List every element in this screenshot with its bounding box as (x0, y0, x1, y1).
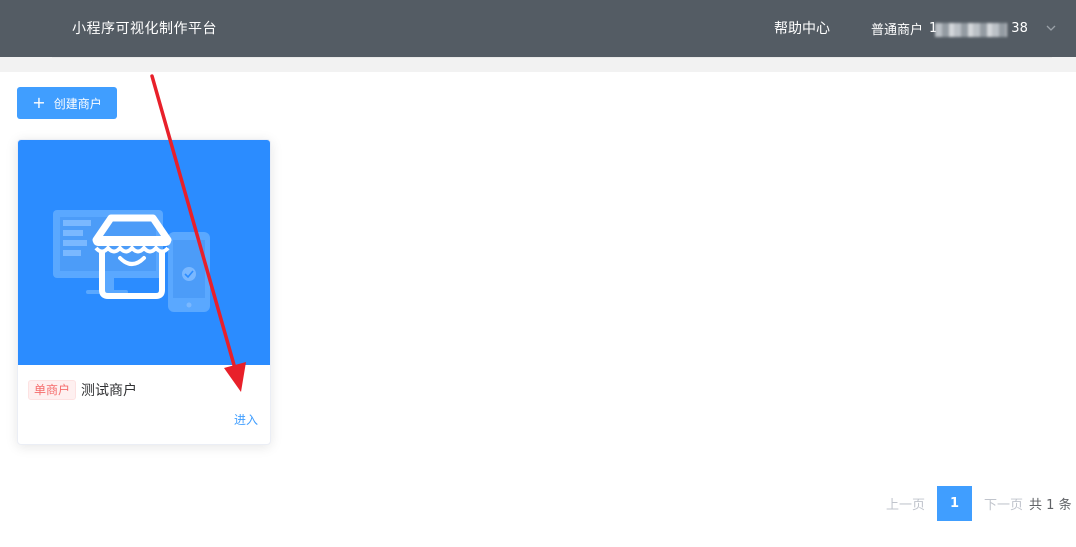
help-center-link[interactable]: 帮助中心 (774, 18, 830, 38)
merchant-name: 测试商户 (81, 383, 138, 399)
user-role-label: 普通商户 (871, 22, 924, 38)
user-phone: 1 38 (929, 20, 1028, 37)
store-illustration (18, 140, 270, 365)
header-subbar (0, 57, 1076, 72)
prev-page-button[interactable]: 上一页 (886, 494, 925, 513)
plus-icon: + (32, 93, 46, 112)
pagination: 上一页 1 下一页 共 1 条 (886, 486, 1072, 521)
create-merchant-label: 创建商户 (53, 96, 102, 111)
total-count: 共 1 条 (1029, 498, 1072, 513)
create-merchant-button[interactable]: + 创建商户 (17, 87, 117, 119)
merchant-card[interactable]: 单商户 测试商户 进入 (17, 139, 271, 445)
phone-redaction-mask (935, 22, 1008, 37)
user-menu[interactable]: 普通商户 1 38 (871, 18, 1058, 38)
next-page-button[interactable]: 下一页 (984, 494, 1023, 513)
chevron-down-icon[interactable] (1044, 21, 1058, 35)
card-meta: 单商户 测试商户 (28, 380, 137, 400)
page-number-current[interactable]: 1 (937, 486, 973, 521)
top-header: 小程序可视化制作平台 帮助中心 普通商户 1 38 (0, 0, 1076, 57)
header-divider (52, 57, 1052, 58)
user-phone-suffix: 38 (1011, 20, 1028, 36)
app-title: 小程序可视化制作平台 (72, 21, 217, 37)
merchant-type-tag: 单商户 (28, 380, 77, 400)
enter-merchant-link[interactable]: 进入 (234, 411, 258, 428)
